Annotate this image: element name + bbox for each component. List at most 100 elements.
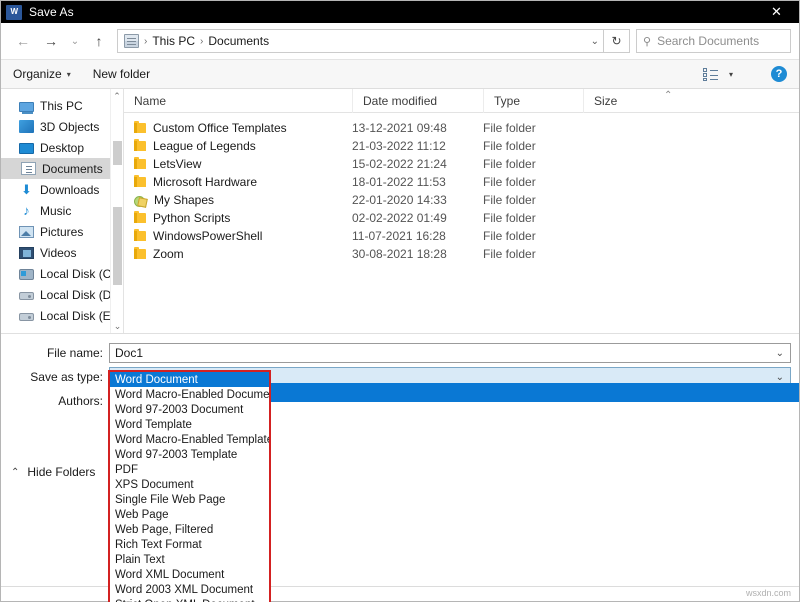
scrollbar-thumb[interactable] xyxy=(113,207,122,285)
recent-locations-button[interactable]: ⌄ xyxy=(65,28,85,54)
refresh-button[interactable]: ↻ xyxy=(604,29,630,53)
dropdown-option[interactable]: Word Macro-Enabled Template xyxy=(110,432,269,447)
breadcrumb-separator: › xyxy=(142,36,149,47)
file-name-input[interactable]: Doc1 ⌄ xyxy=(109,343,791,363)
sidebar-item-downloads[interactable]: ⬇ Downloads xyxy=(1,179,123,200)
breadcrumb-this-pc[interactable]: This PC xyxy=(149,34,198,48)
file-date-cell: 22-01-2020 14:33 xyxy=(352,193,483,207)
title-bar: W Save As ✕ xyxy=(1,1,799,23)
file-type-cell: File folder xyxy=(483,139,583,153)
column-header-date-modified[interactable]: Date modified xyxy=(352,89,483,113)
command-bar: Organize ▾ New folder ▾ ? xyxy=(1,59,799,89)
sidebar-item-this-pc[interactable]: This PC xyxy=(1,95,123,116)
dropdown-option[interactable]: Word 97-2003 Document xyxy=(110,402,269,417)
folder-icon xyxy=(134,249,146,259)
dropdown-option[interactable]: Word 97-2003 Template xyxy=(110,447,269,462)
chevron-down-icon[interactable]: ⌄ xyxy=(776,348,784,359)
help-icon[interactable]: ? xyxy=(771,66,787,82)
sidebar-item-pictures[interactable]: Pictures xyxy=(1,221,123,242)
address-bar[interactable]: › This PC › Documents ⌄ xyxy=(117,29,604,53)
dropdown-option[interactable]: Rich Text Format xyxy=(110,537,269,552)
folder-icon xyxy=(134,159,146,169)
file-name-label: Python Scripts xyxy=(153,211,230,225)
dropdown-option[interactable]: Single File Web Page xyxy=(110,492,269,507)
dropdown-option[interactable]: Web Page xyxy=(110,507,269,522)
dropdown-option-label: Web Page xyxy=(115,509,169,521)
table-row[interactable]: LetsView 15-02-2022 21:24 File folder xyxy=(124,155,799,173)
system-drive-icon xyxy=(19,269,34,280)
view-options-button[interactable]: ▾ xyxy=(703,68,733,81)
column-header-name[interactable]: Name xyxy=(124,89,352,113)
column-header-type[interactable]: Type xyxy=(483,89,583,113)
column-header-size[interactable]: Size xyxy=(583,89,643,113)
table-row[interactable]: Zoom 30-08-2021 18:28 File folder xyxy=(124,245,799,263)
dropdown-option[interactable]: Word Macro-Enabled Document xyxy=(110,387,269,402)
dropdown-option[interactable]: Strict Open XML Document xyxy=(110,597,269,602)
file-name-cell: Zoom xyxy=(124,247,352,261)
file-name-cell: League of Legends xyxy=(124,139,352,153)
dropdown-option[interactable]: XPS Document xyxy=(110,477,269,492)
table-row[interactable]: Python Scripts 02-02-2022 01:49 File fol… xyxy=(124,209,799,227)
dropdown-option[interactable]: Word Document xyxy=(110,372,269,387)
dropdown-option[interactable]: PDF xyxy=(110,462,269,477)
hide-folders-button[interactable]: ⌃ Hide Folders xyxy=(11,465,95,479)
table-row[interactable]: League of Legends 21-03-2022 11:12 File … xyxy=(124,137,799,155)
pc-icon xyxy=(19,102,34,112)
search-placeholder: Search Documents xyxy=(657,34,759,48)
sidebar-item-local-disk-e[interactable]: Local Disk (E:) xyxy=(1,305,123,326)
navigation-pane: This PC 3D Objects Desktop Documents ⬇ D… xyxy=(1,89,124,333)
folder-icon xyxy=(134,231,146,241)
authors-label: Authors: xyxy=(1,394,109,408)
sidebar-item-3d-objects[interactable]: 3D Objects xyxy=(1,116,123,137)
shapes-folder-icon xyxy=(134,195,147,206)
file-date-cell: 11-07-2021 16:28 xyxy=(352,229,483,243)
table-row[interactable]: Custom Office Templates 13-12-2021 09:48… xyxy=(124,119,799,137)
save-as-type-dropdown-list[interactable]: Word DocumentWord Macro-Enabled Document… xyxy=(108,370,271,602)
desktop-icon xyxy=(19,143,34,154)
forward-button[interactable]: → xyxy=(37,28,65,54)
chevron-down-icon[interactable]: ⌄ xyxy=(591,36,599,47)
file-name-label: Zoom xyxy=(153,247,184,261)
sidebar-item-local-disk-d[interactable]: Local Disk (D:) xyxy=(1,284,123,305)
scroll-up-icon[interactable]: ⌃ xyxy=(111,89,123,103)
dropdown-option[interactable]: Web Page, Filtered xyxy=(110,522,269,537)
file-date-cell: 15-02-2022 21:24 xyxy=(352,157,483,171)
file-name-label: File name: xyxy=(1,346,109,360)
sidebar-item-label: Music xyxy=(40,204,71,218)
sidebar-item-label: Local Disk (E:) xyxy=(40,309,118,323)
this-pc-icon xyxy=(124,34,139,48)
scroll-down-icon[interactable]: ⌄ xyxy=(111,319,124,333)
close-icon[interactable]: ✕ xyxy=(754,1,799,23)
table-row[interactable]: My Shapes 22-01-2020 14:33 File folder xyxy=(124,191,799,209)
up-button[interactable]: ↑ xyxy=(85,28,113,54)
chevron-down-icon[interactable]: ⌄ xyxy=(776,372,784,383)
search-box[interactable]: ⚲ Search Documents xyxy=(636,29,791,53)
dropdown-option[interactable]: Word Template xyxy=(110,417,269,432)
sidebar-item-local-disk-c[interactable]: Local Disk (C:) xyxy=(1,263,123,284)
sidebar-item-videos[interactable]: Videos xyxy=(1,242,123,263)
dropdown-option[interactable]: Word XML Document xyxy=(110,567,269,582)
scrollbar-thumb[interactable] xyxy=(113,141,122,165)
file-name-cell: WindowsPowerShell xyxy=(124,229,352,243)
table-row[interactable]: Microsoft Hardware 18-01-2022 11:53 File… xyxy=(124,173,799,191)
dropdown-option[interactable]: Word 2003 XML Document xyxy=(110,582,269,597)
dropdown-option-label: Single File Web Page xyxy=(115,494,225,506)
dropdown-option-label: Word 97-2003 Document xyxy=(115,404,243,416)
sidebar-item-desktop[interactable]: Desktop xyxy=(1,137,123,158)
chevron-down-icon: ▾ xyxy=(67,70,71,79)
word-icon: W xyxy=(6,5,22,20)
sidebar-item-documents[interactable]: Documents xyxy=(1,158,123,179)
table-row[interactable]: WindowsPowerShell 11-07-2021 16:28 File … xyxy=(124,227,799,245)
organize-label: Organize xyxy=(13,67,62,81)
file-name-label: My Shapes xyxy=(154,193,214,207)
file-type-cell: File folder xyxy=(483,211,583,225)
organize-button[interactable]: Organize ▾ xyxy=(13,67,71,81)
back-button[interactable]: ← xyxy=(9,28,37,54)
sidebar-item-music[interactable]: ♪ Music xyxy=(1,200,123,221)
dropdown-option[interactable]: Plain Text xyxy=(110,552,269,567)
file-date-cell: 21-03-2022 11:12 xyxy=(352,139,483,153)
breadcrumb-documents[interactable]: Documents xyxy=(205,34,272,48)
navigation-pane-scrollbar[interactable]: ⌃ ⌄ xyxy=(110,89,123,333)
new-folder-button[interactable]: New folder xyxy=(93,67,150,81)
file-name-cell: LetsView xyxy=(124,157,352,171)
